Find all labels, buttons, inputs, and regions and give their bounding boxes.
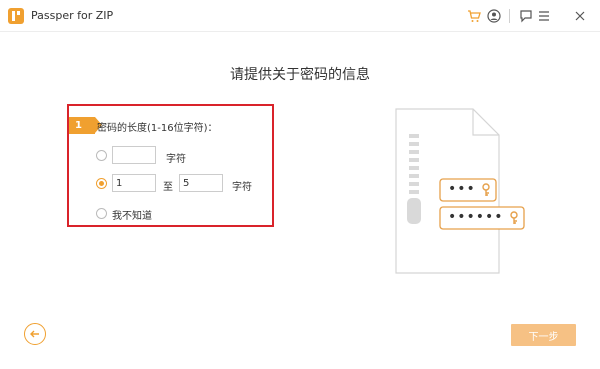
exact-length-radio[interactable]: [96, 150, 107, 161]
password-length-panel: 1 密码的长度(1-16位字符)： 字符 至 字符 我不知道: [67, 104, 274, 227]
arrow-left-icon: [30, 330, 39, 338]
exact-length-input[interactable]: [112, 146, 156, 164]
back-button[interactable]: [24, 323, 46, 345]
long-password-mask: ••••••: [448, 209, 504, 225]
unknown-length-label: 我不知道: [112, 211, 152, 222]
unknown-length-radio[interactable]: [96, 208, 107, 219]
step-number: 1: [75, 120, 82, 131]
app-title: Passper for ZIP: [31, 9, 114, 22]
short-password-mask: •••: [448, 181, 476, 197]
range-to-input[interactable]: [179, 174, 223, 192]
feedback-icon[interactable]: [516, 6, 536, 26]
cart-icon[interactable]: [464, 6, 484, 26]
close-icon[interactable]: [570, 6, 590, 26]
titlebar-divider: [509, 9, 510, 23]
title-bar: Passper for ZIP: [0, 0, 600, 32]
key-icon: [482, 183, 490, 196]
range-unit: 字符: [232, 182, 252, 193]
range-to-label: 至: [163, 182, 173, 193]
menu-icon[interactable]: [534, 6, 554, 26]
key-icon: [510, 211, 518, 224]
length-range-radio[interactable]: [96, 178, 107, 189]
step-badge: 1: [69, 117, 102, 134]
password-length-label: 密码的长度(1-16位字符)：: [97, 123, 218, 134]
account-icon[interactable]: [484, 6, 504, 26]
range-from-input[interactable]: [112, 174, 156, 192]
app-logo-icon: [8, 8, 24, 24]
exact-length-unit: 字符: [166, 154, 186, 165]
zip-password-illustration: ••• ••••••: [391, 108, 531, 278]
page-title: 请提供关于密码的信息: [230, 67, 370, 83]
next-button[interactable]: 下一步: [511, 324, 576, 346]
